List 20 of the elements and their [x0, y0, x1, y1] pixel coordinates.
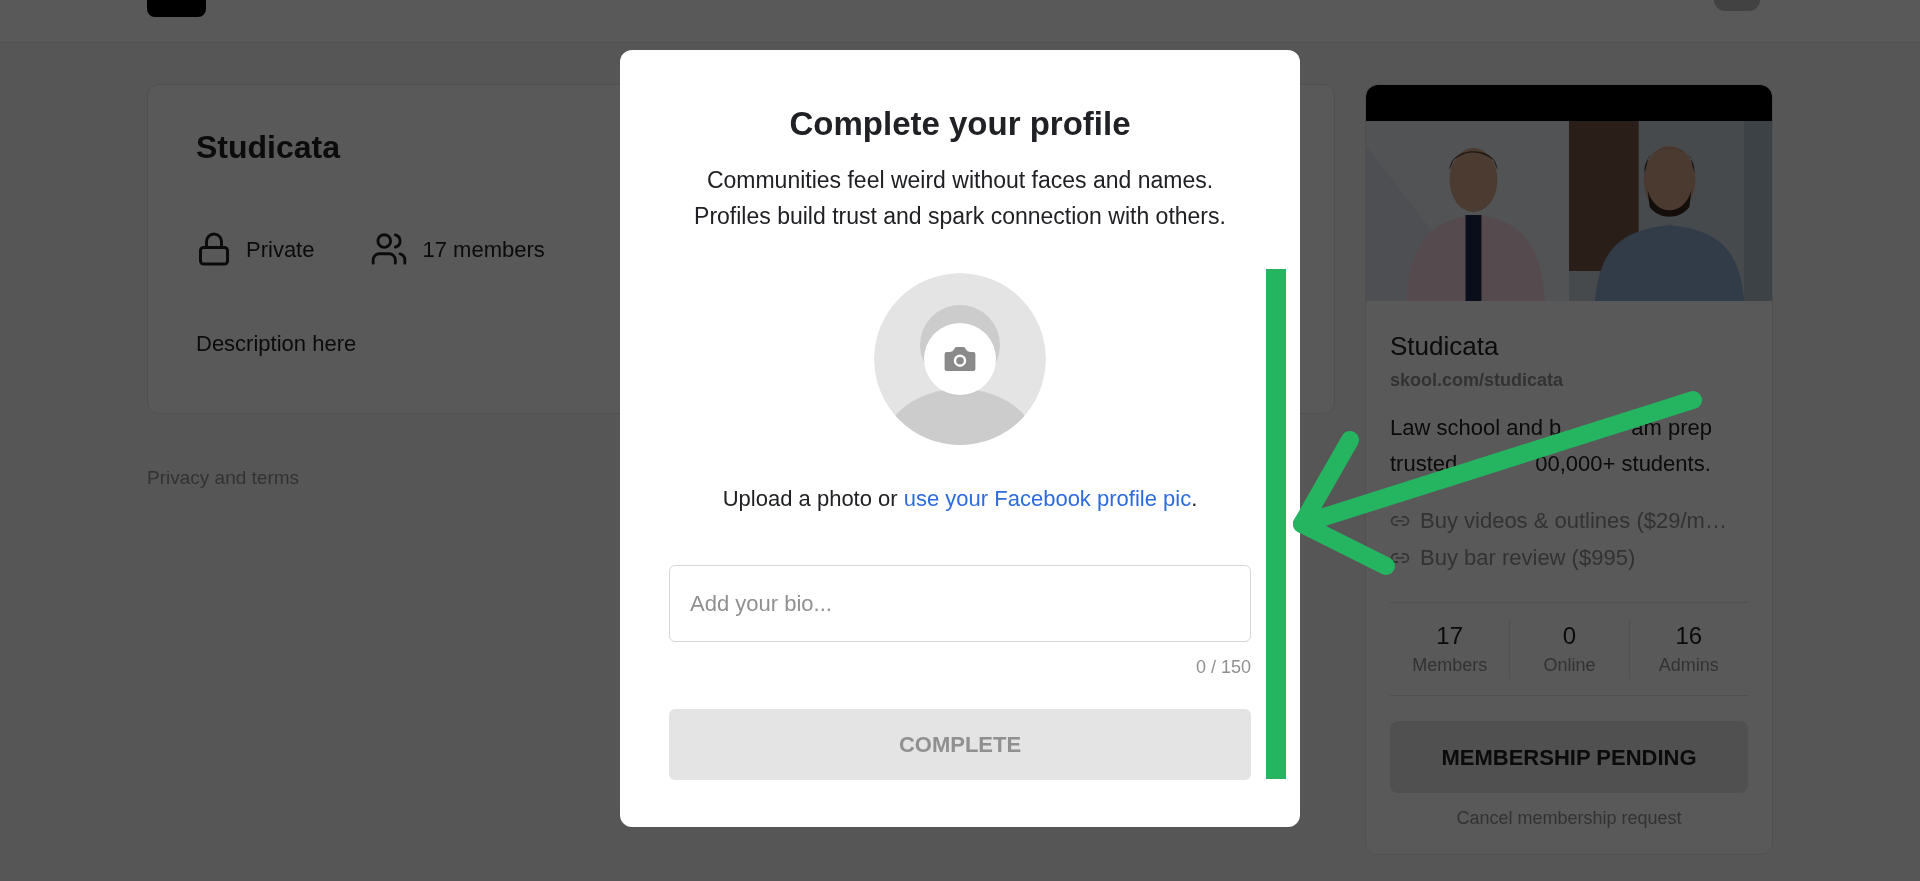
group-title: Studicata — [196, 128, 341, 167]
facebook-profile-pic-link[interactable]: use your Facebook profile pic — [903, 486, 1192, 511]
upload-prompt: Upload a photo or use your Facebook profile pic. — [722, 485, 1198, 513]
stat-value: 16 — [1675, 621, 1703, 651]
stat-value: 17 — [1436, 621, 1463, 651]
logo[interactable] — [147, 0, 206, 17]
membership-pending-button[interactable]: MEMBERSHIP PENDING — [1390, 721, 1748, 793]
description-fragment: 00,000+ students. — [1535, 450, 1711, 478]
bio-counter: 0 / 150 — [1195, 656, 1251, 679]
dialog-subtitle: Communities feel weird without faces and names. — [706, 166, 1214, 195]
stat-value: 0 — [1562, 621, 1577, 651]
description-fragment: Law school and b — [1390, 414, 1562, 442]
bio-field[interactable]: Add your bio... — [669, 565, 1251, 642]
group-meta-label: Private — [246, 235, 315, 264]
dialog-subtitle: Profiles build trust and spark connection with others. — [694, 202, 1226, 231]
group-description: Description here — [196, 330, 357, 358]
group-meta-label: 17 members — [422, 235, 545, 264]
dialog-title: Complete your profile — [789, 104, 1131, 144]
people-icon — [370, 230, 409, 268]
sidebar-title: Studicata — [1390, 330, 1500, 363]
